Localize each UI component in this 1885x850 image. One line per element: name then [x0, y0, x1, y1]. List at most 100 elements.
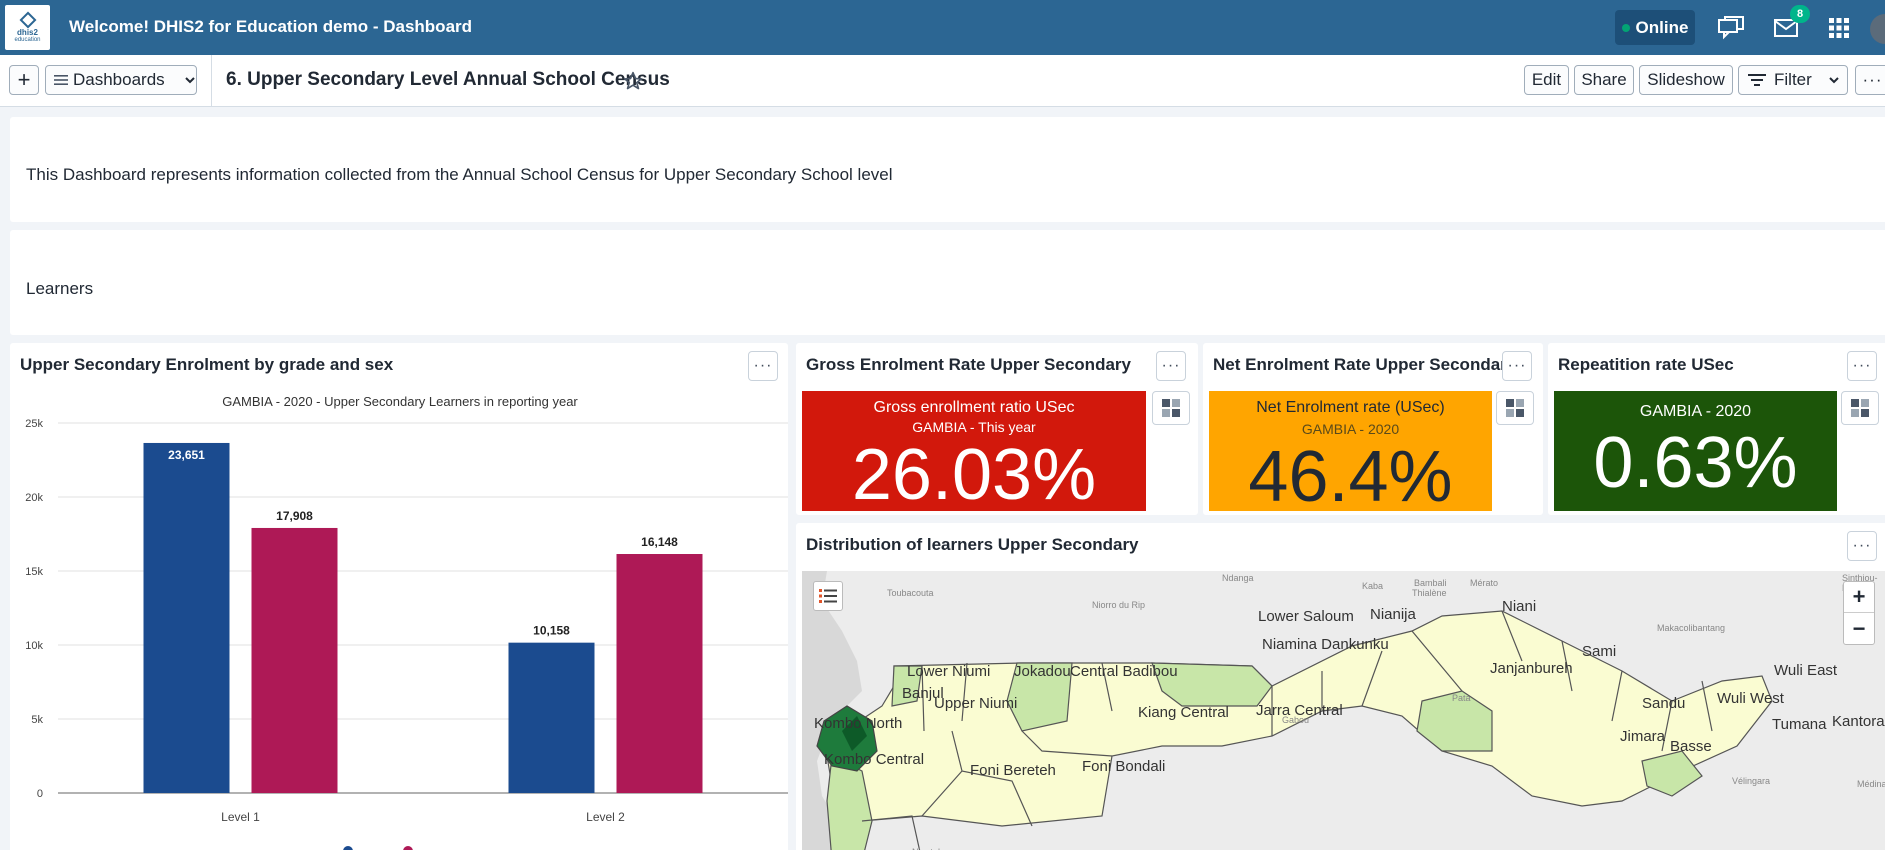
svg-text:Kombo North: Kombo North	[814, 715, 902, 732]
dashboard-title: 6. Upper Secondary Level Annual School C…	[226, 69, 670, 90]
messages-badge: 8	[1790, 5, 1810, 23]
dhis2-logo[interactable]: dhis2 education	[5, 5, 50, 50]
svg-text:Basse: Basse	[1670, 738, 1712, 755]
svg-text:Sami: Sami	[1582, 643, 1616, 660]
apps-grid-icon[interactable]	[1825, 14, 1853, 42]
legend-marker	[343, 846, 353, 850]
svg-text:Bambali: Bambali	[1414, 578, 1447, 588]
single-value-number: 0.63%	[1593, 423, 1798, 503]
svg-text:Upper Niumi: Upper Niumi	[934, 695, 1017, 712]
logo-text: dhis2	[17, 28, 38, 37]
y-tick-label: 20k	[25, 492, 43, 504]
list-icon	[54, 75, 68, 85]
intro-text: This Dashboard represents information co…	[26, 165, 893, 184]
map-zoom-control: + −	[1843, 581, 1875, 645]
add-dashboard-button[interactable]: +	[9, 65, 39, 95]
bar	[616, 554, 703, 793]
bar-chart: GAMBIA - 2020 - Upper Secondary Learners…	[25, 394, 788, 850]
edit-button[interactable]: Edit	[1524, 65, 1569, 95]
item-title: Distribution of learners Upper Secondary	[806, 535, 1139, 554]
view-as-table-button[interactable]	[1841, 391, 1879, 425]
data-label: 17,908	[276, 509, 313, 523]
dashboards-menu-button[interactable]: Dashboards	[45, 65, 197, 95]
item-menu-button[interactable]: ···	[1156, 351, 1186, 381]
learners-text: Learners	[26, 279, 94, 298]
svg-text:Niamina Dankunku: Niamina Dankunku	[1262, 636, 1389, 653]
filter-icon	[1748, 74, 1766, 86]
svg-text:Niani: Niani	[1502, 598, 1536, 615]
y-tick-label: 0	[37, 788, 43, 800]
bar	[143, 442, 230, 793]
svg-text:Janjanbureh: Janjanbureh	[1490, 660, 1573, 677]
logo-subtext: education	[14, 37, 41, 43]
single-value-panel: GAMBIA - 2020 0.63%	[1554, 391, 1837, 511]
x-tick-label: Level 1	[221, 810, 260, 824]
svg-text:Kiang Central: Kiang Central	[1138, 704, 1229, 721]
svg-text:Kantora: Kantora	[1832, 713, 1885, 730]
svg-text:Vélingara: Vélingara	[1732, 776, 1770, 786]
item-title: Repeatition rate USec	[1558, 355, 1734, 374]
table-view-icon	[1506, 399, 1524, 417]
single-value-label: Gross enrollment ratio USec	[873, 399, 1075, 416]
single-value-sublabel: GAMBIA - This year	[912, 419, 1036, 435]
y-tick-label: 10k	[25, 640, 43, 652]
header-bar: dhis2 education Welcome! DHIS2 for Educa…	[0, 0, 1885, 55]
zoom-out-button[interactable]: −	[1844, 613, 1874, 644]
svg-text:Foni Bondali: Foni Bondali	[1082, 758, 1165, 775]
star-icon[interactable]	[623, 71, 643, 96]
share-button[interactable]: Share	[1574, 65, 1634, 95]
svg-text:Niorro du Rip: Niorro du Rip	[1092, 600, 1145, 610]
view-as-table-button[interactable]	[1152, 391, 1190, 425]
single-value-number: 26.03%	[851, 435, 1097, 515]
svg-text:Makacolibantang: Makacolibantang	[1657, 623, 1725, 633]
legend-icon	[819, 589, 837, 603]
single-value-label: GAMBIA - 2020	[1639, 403, 1752, 420]
svg-text:Jimara: Jimara	[1620, 728, 1666, 745]
view-as-table-button[interactable]	[1496, 391, 1534, 425]
single-value-number: 46.4%	[1248, 437, 1453, 517]
divider	[211, 55, 212, 107]
zoom-in-button[interactable]: +	[1844, 582, 1874, 613]
svg-text:Kaba: Kaba	[1362, 581, 1383, 591]
online-status[interactable]: Online	[1615, 10, 1695, 45]
repetition-rate-item: Repeatition rate USec ··· GAMBIA - 2020 …	[1548, 343, 1885, 515]
chevron-down-icon	[1829, 77, 1839, 84]
svg-text:Central Badibou: Central Badibou	[1070, 663, 1178, 680]
dhis2-logo-mark-icon	[17, 11, 39, 29]
filter-button[interactable]: Filter	[1738, 65, 1848, 95]
y-tick-label: 15k	[25, 566, 43, 578]
item-menu-button[interactable]: ···	[1502, 351, 1532, 381]
svg-text:Jokadou: Jokadou	[1014, 663, 1071, 680]
enrolment-chart-item: Upper Secondary Enrolment by grade and s…	[10, 343, 788, 850]
slideshow-button[interactable]: Slideshow	[1639, 65, 1733, 95]
data-label: 10,158	[533, 624, 570, 638]
intro-text-item: This Dashboard represents information co…	[10, 117, 1885, 222]
x-tick-label: Level 2	[586, 810, 625, 824]
dashboard-bar: + Dashboards 6. Upper Secondary Level An…	[0, 55, 1885, 107]
single-value-panel: Gross enrollment ratio USec GAMBIA - Thi…	[802, 391, 1146, 511]
interpretations-icon[interactable]	[1717, 14, 1745, 42]
svg-text:Sandu: Sandu	[1642, 695, 1685, 712]
map-legend-button[interactable]	[813, 581, 843, 611]
app-title: Welcome! DHIS2 for Education demo - Dash…	[69, 17, 473, 36]
map-canvas[interactable]: Ndanga Kaba BambaliThialène Mérato Toubacou…	[802, 571, 1885, 850]
svg-text:Toubacouta: Toubacouta	[887, 588, 934, 598]
data-label: 16,148	[641, 535, 678, 549]
bar	[508, 642, 595, 793]
svg-text:Ndanga: Ndanga	[1222, 573, 1254, 583]
item-menu-button[interactable]: ···	[1847, 351, 1877, 381]
svg-text:Thialène: Thialène	[1412, 588, 1447, 598]
more-options-button[interactable]: ···	[1855, 65, 1885, 95]
net-rate-item: Net Enrolment Rate Upper Secondary ··· N…	[1203, 343, 1543, 515]
learners-text-item: Learners	[10, 230, 1885, 335]
single-value-panel: Net Enrolment rate (USec) GAMBIA - 2020 …	[1209, 391, 1492, 517]
user-avatar[interactable]	[1870, 14, 1885, 44]
y-tick-label: 25k	[25, 418, 43, 430]
gross-rate-item: Gross Enrolment Rate Upper Secondary ···…	[796, 343, 1198, 515]
map-item: Distribution of learners Upper Secondary…	[796, 523, 1885, 850]
item-menu-button[interactable]: ···	[1847, 531, 1877, 561]
svg-text:Jarra Central: Jarra Central	[1256, 702, 1343, 719]
dashboards-label: Dashboards	[73, 70, 165, 89]
legend-marker	[403, 846, 413, 850]
item-title: Net Enrolment Rate Upper Secondary	[1213, 355, 1517, 374]
